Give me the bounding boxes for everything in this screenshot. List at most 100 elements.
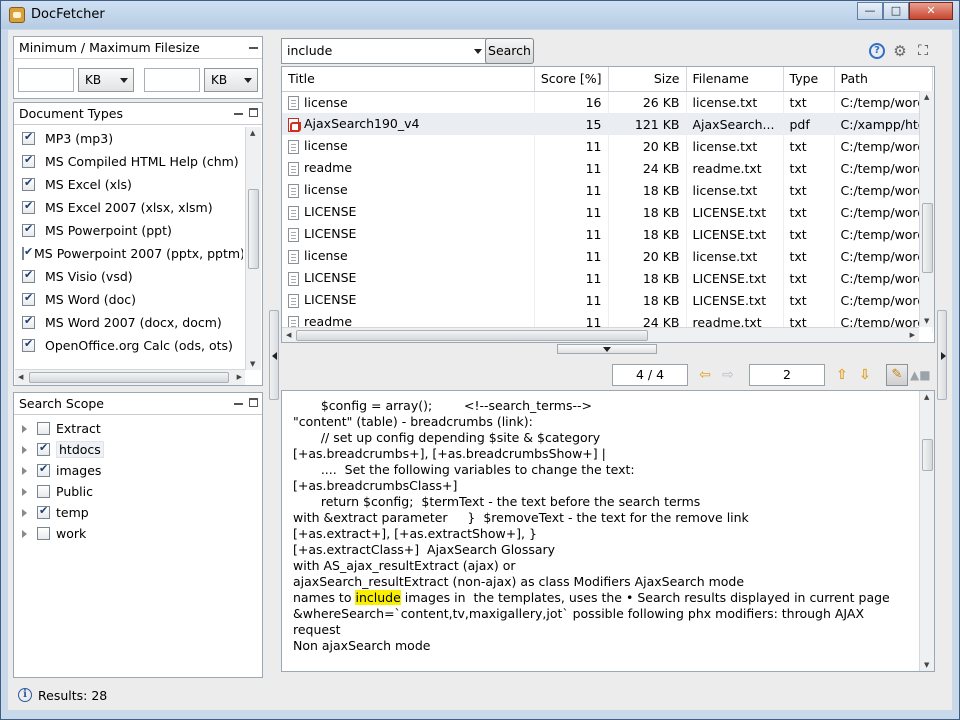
max-unit-value: KB — [211, 73, 228, 87]
highlight-toggle-button[interactable]: ✎ — [886, 364, 908, 386]
document-type-item[interactable]: OpenOffice.org Draw (odg, otg) — [15, 357, 243, 360]
table-row[interactable]: LICENSE 11 18 KB LICENSE.txt txt C:/temp/word — [282, 201, 933, 223]
expand-arrow-icon[interactable] — [22, 445, 27, 454]
document-type-checkbox[interactable] — [22, 176, 35, 191]
document-type-item[interactable]: MS Word 2007 (docx, docm) — [15, 311, 243, 334]
table-row[interactable]: LICENSE 11 18 KB LICENSE.txt txt C:/temp/word — [282, 223, 933, 245]
document-type-item[interactable]: MS Excel 2007 (xlsx, xlsm) — [15, 196, 243, 219]
document-type-item[interactable]: MP3 (mp3) — [15, 127, 243, 150]
document-type-checkbox[interactable] — [22, 199, 35, 214]
expand-arrow-icon[interactable] — [22, 487, 27, 496]
cell-path: C:/temp/word — [834, 289, 933, 311]
column-header[interactable]: Type — [783, 67, 835, 92]
title-bar[interactable]: DocFetcher — □ ✕ — [1, 1, 959, 29]
scroll-thumb[interactable] — [296, 330, 648, 341]
document-type-item[interactable]: MS Compiled HTML Help (chm) — [15, 150, 243, 173]
table-row[interactable]: AjaxSearch190_v4 15 121 KB AjaxSearch... pdf… — [282, 113, 933, 135]
scope-tree-item[interactable]: htdocs — [14, 439, 262, 460]
cell-text: txt — [789, 160, 807, 176]
table-row[interactable]: LICENSE 11 18 KB LICENSE.txt txt C:/temp/word — [282, 267, 933, 289]
scope-tree-item[interactable]: Public — [14, 481, 262, 502]
scroll-thumb[interactable] — [922, 203, 933, 273]
fullscreen-icon[interactable]: ⛶ — [915, 43, 931, 59]
collapse-left-panel-handle[interactable] — [269, 310, 279, 400]
next-page-icon[interactable]: ⇨ — [719, 366, 737, 384]
column-header[interactable]: Size — [608, 67, 687, 92]
document-type-checkbox[interactable] — [22, 314, 35, 329]
collapse-preview-handle[interactable] — [557, 344, 657, 354]
document-type-checkbox[interactable] — [22, 153, 35, 168]
document-type-checkbox[interactable] — [22, 291, 35, 306]
cell-text: txt — [789, 138, 807, 154]
minimize-button[interactable]: — — [857, 2, 883, 20]
gear-icon[interactable]: ⚙ — [892, 43, 908, 59]
close-button[interactable]: ✕ — [909, 2, 953, 20]
expand-arrow-icon[interactable] — [22, 424, 27, 433]
minimize-panel-icon[interactable] — [234, 109, 243, 115]
document-type-checkbox[interactable] — [22, 130, 35, 145]
expand-arrow-icon[interactable] — [22, 508, 27, 517]
previous-occurrence-icon[interactable]: ⇧ — [833, 366, 851, 384]
scope-checkbox[interactable] — [37, 485, 50, 498]
scope-tree-item[interactable]: Extract — [14, 418, 262, 439]
table-row[interactable]: license 16 26 KB license.txt txt C:/temp/word — [282, 91, 933, 113]
cell-text: C:/temp/word — [840, 248, 926, 264]
min-filesize-input[interactable] — [18, 68, 74, 92]
column-header[interactable]: Filename — [686, 67, 784, 92]
max-filesize-input[interactable] — [144, 68, 200, 92]
minimize-panel-icon[interactable] — [249, 43, 258, 49]
scope-tree-item[interactable]: work — [14, 523, 262, 544]
column-header[interactable]: Title — [282, 67, 535, 92]
preview-vscrollbar[interactable]: ▲ ▼ — [919, 391, 934, 671]
document-type-item[interactable]: MS Visio (vsd) — [15, 265, 243, 288]
document-types-hscrollbar[interactable]: ◀ ▶ — [15, 369, 245, 385]
scope-checkbox[interactable] — [37, 462, 50, 477]
preview-pane[interactable]: $config = array(); <!--search_terms--> "… — [281, 390, 935, 672]
occurrence-input[interactable]: 2 — [749, 364, 825, 386]
document-type-item[interactable]: MS Powerpoint 2007 (pptx, pptm) — [15, 242, 243, 265]
document-type-item[interactable]: MS Excel (xls) — [15, 173, 243, 196]
scope-checkbox[interactable] — [37, 441, 50, 456]
table-row[interactable]: LICENSE 11 18 KB LICENSE.txt txt C:/temp/word — [282, 289, 933, 311]
search-button[interactable]: Search — [485, 38, 534, 64]
document-type-item[interactable]: MS Word (doc) — [15, 288, 243, 311]
scroll-thumb[interactable] — [29, 372, 229, 383]
scope-tree-item[interactable]: temp — [14, 502, 262, 523]
min-unit-select[interactable]: KB — [78, 68, 134, 92]
max-unit-select[interactable]: KB — [204, 68, 258, 92]
table-row[interactable]: readme 11 24 KB readme.txt txt C:/temp/word — [282, 157, 933, 179]
scope-checkbox[interactable] — [37, 504, 50, 519]
table-row[interactable]: license 11 20 KB license.txt txt C:/temp/word — [282, 245, 933, 267]
scope-checkbox[interactable] — [37, 527, 50, 540]
search-input[interactable]: include — [281, 38, 489, 64]
document-type-item[interactable]: MS Powerpoint (ppt) — [15, 219, 243, 242]
maximize-panel-icon[interactable] — [249, 398, 258, 407]
scope-checkbox[interactable] — [37, 422, 50, 435]
results-vscrollbar[interactable]: ▲ ▼ — [919, 91, 934, 327]
document-type-item[interactable]: OpenOffice.org Calc (ods, ots) — [15, 334, 243, 357]
preview-format-icon[interactable]: ▲■ — [910, 366, 931, 384]
scroll-thumb[interactable] — [248, 189, 259, 269]
table-row[interactable]: license 11 20 KB license.txt txt C:/temp/word — [282, 135, 933, 157]
help-icon[interactable]: ? — [869, 43, 885, 59]
table-row[interactable]: license 11 18 KB license.txt txt C:/temp/word — [282, 179, 933, 201]
maximize-button[interactable]: □ — [883, 2, 909, 20]
column-header[interactable]: Path — [834, 67, 933, 92]
scroll-thumb[interactable] — [922, 439, 933, 471]
document-type-checkbox[interactable] — [22, 222, 35, 237]
scope-tree-item[interactable]: images — [14, 460, 262, 481]
chevron-down-icon[interactable] — [474, 49, 482, 54]
results-hscrollbar[interactable]: ◀ ▶ — [282, 327, 919, 342]
column-header[interactable]: Score [%] — [534, 67, 609, 92]
expand-arrow-icon[interactable] — [22, 529, 27, 538]
document-type-checkbox[interactable] — [22, 245, 33, 260]
document-type-checkbox[interactable] — [22, 268, 35, 283]
expand-arrow-icon[interactable] — [22, 466, 27, 475]
collapse-right-panel-handle[interactable] — [937, 310, 947, 400]
document-types-vscrollbar[interactable]: ▲ ▼ — [245, 127, 261, 370]
document-type-checkbox[interactable] — [22, 337, 35, 352]
previous-page-icon[interactable]: ⇦ — [696, 366, 714, 384]
minimize-panel-icon[interactable] — [234, 399, 243, 405]
maximize-panel-icon[interactable] — [249, 108, 258, 117]
next-occurrence-icon[interactable]: ⇩ — [856, 366, 874, 384]
